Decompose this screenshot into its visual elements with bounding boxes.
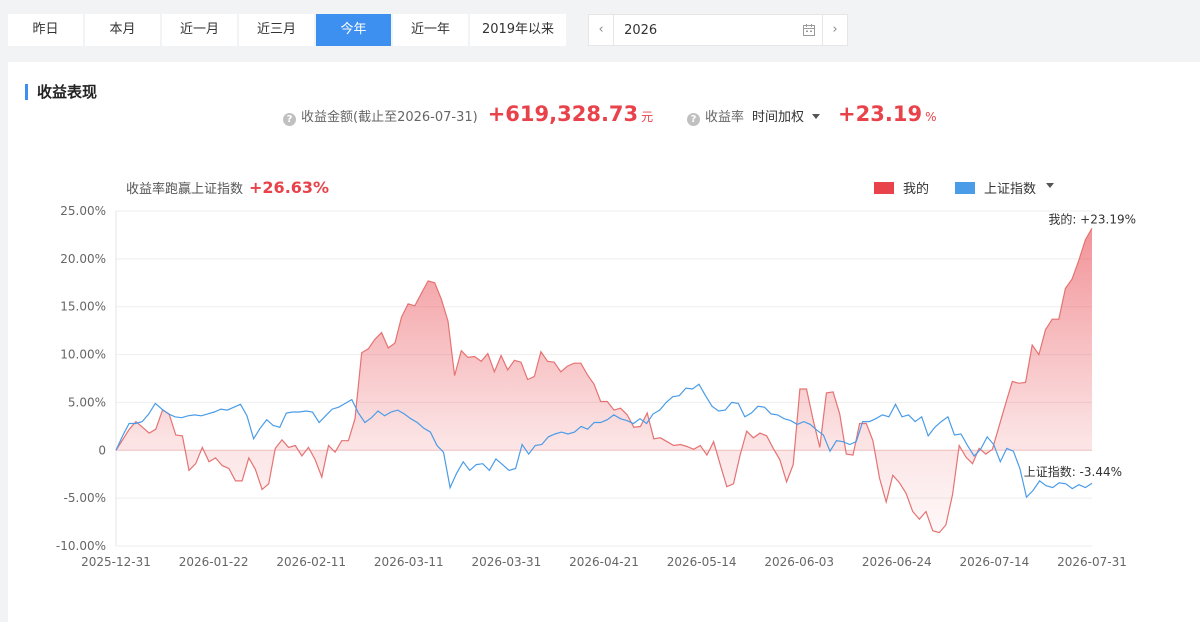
x-tick-label: 2026-06-03 <box>764 555 834 569</box>
x-tick-label: 2026-01-22 <box>179 555 249 569</box>
y-tick-label: 5.00% <box>68 395 106 409</box>
x-tick-label: 2026-03-11 <box>374 555 444 569</box>
x-tick-label: 2025-12-31 <box>81 555 151 569</box>
x-tick-label: 2026-04-21 <box>569 555 639 569</box>
y-tick-label: -10.00% <box>56 539 106 553</box>
x-tick-label: 2026-06-24 <box>862 555 932 569</box>
y-tick-label: 10.00% <box>60 348 106 362</box>
x-tick-label: 2026-02-11 <box>276 555 346 569</box>
y-tick-label: 15.00% <box>60 300 106 314</box>
x-tick-label: 2026-03-31 <box>472 555 542 569</box>
x-tick-label: 2026-07-14 <box>960 555 1030 569</box>
index-end-label: 上证指数: -3.44% <box>1024 464 1122 479</box>
returns-chart: 25.00% 20.00% 15.00% 10.00% 5.00% 0 -5.00% -10.… <box>56 204 1136 569</box>
x-tick-label: 2026-07-31 <box>1057 555 1127 569</box>
y-tick-label: 25.00% <box>60 204 106 218</box>
mine-area <box>116 228 1092 533</box>
y-tick-label: 20.00% <box>60 252 106 266</box>
x-tick-label: 2026-05-14 <box>667 555 737 569</box>
y-tick-label: -5.00% <box>64 491 106 505</box>
mine-end-label: 我的: +23.19% <box>1048 211 1136 226</box>
y-tick-label: 0 <box>98 443 106 457</box>
